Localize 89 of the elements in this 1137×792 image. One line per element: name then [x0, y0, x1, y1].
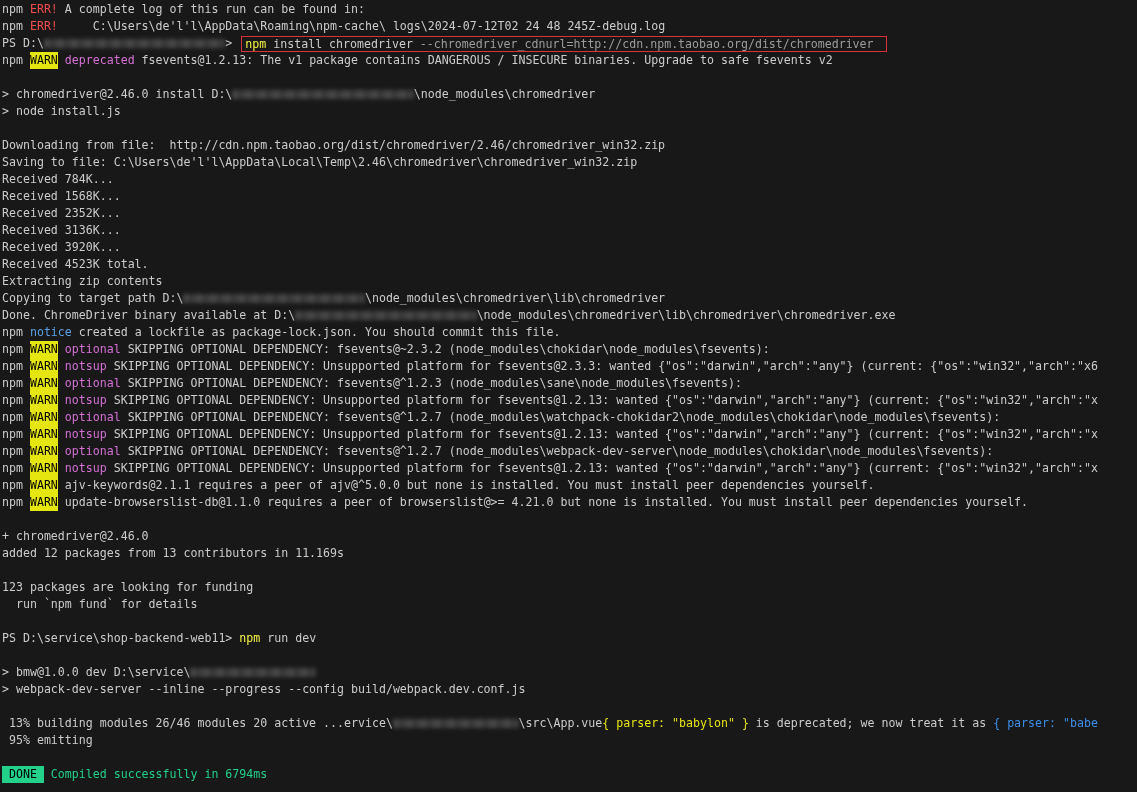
terminal-text: npm	[2, 52, 24, 69]
warning-tag: notsup	[57, 426, 107, 443]
warn-label: WARN	[29, 477, 58, 494]
terminal-text: 95% emitting	[7, 732, 93, 749]
warn-label: WARN	[29, 426, 58, 443]
command-argument: --chromedriver_cdnurl=http://cdn.npm.taobao.org/dist/chromedriver	[419, 36, 874, 51]
terminal-text: SKIPPING OPTIONAL DEPENDENCY: Unsupported platform for fsevents@1.2.13: wanted {"os":"darwin","arch":"any"} (current: {"os":"win32","arch":"x	[112, 392, 1098, 409]
terminal-text: > chromedriver@2.46.0 install D:\	[2, 86, 233, 103]
command-name: npm	[245, 36, 267, 51]
terminal-text: fsevents@1.2.13: The v1 package contains DANGEROUS / INSECURE binaries. Upgrade to safe fsevents v2	[140, 52, 833, 69]
terminal-text: > node install.js	[2, 103, 121, 120]
warn-label: WARN	[29, 460, 58, 477]
terminal-text: PS D:\	[2, 35, 44, 52]
warn-label: WARN	[29, 494, 58, 511]
terminal-text: ajv-keywords@2.1.1 requires a peer of ajv@^5.0.0 but none is installed. You must install peer dependencies yourself.	[63, 477, 875, 494]
terminal-text: Received 3920K...	[2, 239, 121, 256]
warn-label: WARN	[29, 375, 58, 392]
terminal-text: SKIPPING OPTIONAL DEPENDENCY: Unsupported platform for fsevents@1.2.13: wanted {"os":"darwin","arch":"any"} (current: {"os":"win32","arch":"x	[112, 460, 1098, 477]
terminal-text: npm	[2, 341, 24, 358]
terminal-text: npm	[2, 443, 24, 460]
terminal-text: Received 2352K...	[2, 205, 121, 222]
terminal-text: SKIPPING OPTIONAL DEPENDENCY: fsevents@^1.2.3 (node_modules\sane\node_modules\fsevents):	[126, 375, 742, 392]
terminal-text: Downloading from file: http://cdn.npm.taobao.org/dist/chromedriver/2.46/chromedriver_win32.zip	[2, 137, 666, 154]
warn-label: WARN	[29, 358, 58, 375]
terminal-text: npm	[2, 460, 24, 477]
terminal-text: SKIPPING OPTIONAL DEPENDENCY: fsevents@~2.3.2 (node_modules\chokidar\node_modules\fsevents):	[126, 341, 770, 358]
terminal-text: + chromedriver@2.46.0	[2, 528, 149, 545]
terminal-text: SKIPPING OPTIONAL DEPENDENCY: fsevents@^1.2.7 (node_modules\watchpack-chokidar2\node_modules\chokidar\node_modules\fsevents):	[126, 409, 1001, 426]
warning-tag: notsup	[57, 460, 107, 477]
warning-tag: optional	[57, 375, 121, 392]
terminal-text: \node_modules\chromedriver	[413, 86, 596, 103]
terminal-text: > webpack-dev-server --inline --progress --config build/webpack.dev.conf.js	[2, 681, 526, 698]
terminal-text: added 12 packages from 13 contributors in 11.169s	[2, 545, 345, 562]
option-text: { parser: "babylon" }	[602, 715, 749, 732]
terminal-text: \src\App.vue	[518, 715, 603, 732]
terminal-text: npm	[2, 358, 24, 375]
terminal-text: PS D:\service\shop-backend-web11>	[2, 630, 233, 647]
terminal-text: created a lockfile as package-lock.json. You should commit this file.	[77, 324, 561, 341]
warning-tag: notsup	[57, 358, 107, 375]
warning-tag: optional	[57, 341, 121, 358]
terminal-text: Saving to file: C:\Users\de'l'l\AppData\Local\Temp\2.46\chromedriver\chromedriver_win32.zip	[2, 154, 638, 171]
terminal-text: run dev	[266, 630, 317, 647]
warning-tag: optional	[57, 409, 121, 426]
notice-label: notice	[29, 324, 72, 341]
warn-label: WARN	[29, 52, 58, 69]
warn-label: WARN	[29, 409, 58, 426]
terminal-text: C:\Users\de'l'l\AppData\Roaming\npm-cache\ logs\2024-07-12T02 24 48 245Z-debug.log	[91, 18, 666, 35]
terminal-text: run `npm fund` for details	[14, 596, 198, 613]
error-label: ERR!	[29, 1, 58, 18]
terminal-text: npm	[2, 409, 24, 426]
terminal-text: update-browserslist-db@1.1.0 requires a peer of browserslist@>= 4.21.0 but none is installed. You must install peer dependencies yourself.	[63, 494, 1029, 511]
terminal-text: A complete log of this run can be found in:	[63, 1, 365, 18]
terminal-text: npm	[2, 426, 24, 443]
option-text: { parser: "babe	[992, 715, 1098, 732]
terminal-text: 13% building modules 26/46 modules 20 active ...ervice\	[7, 715, 393, 732]
terminal-text: npm	[2, 494, 24, 511]
warn-label: WARN	[29, 392, 58, 409]
terminal-text: npm	[2, 375, 24, 392]
terminal-text: \node_modules\chromedriver\lib\chromedriver	[364, 290, 666, 307]
warning-tag: deprecated	[57, 52, 135, 69]
terminal-text: is deprecated; we now treat it as	[754, 715, 987, 732]
success-message: Compiled successfully in 6794ms	[49, 766, 268, 783]
terminal-text: SKIPPING OPTIONAL DEPENDENCY: fsevents@^1.2.7 (node_modules\webpack-dev-server\node_modules\chokidar\node_modules\fsevents):	[126, 443, 994, 460]
warning-tag: optional	[57, 443, 121, 460]
warn-label: WARN	[29, 341, 58, 358]
terminal-text: npm	[2, 392, 24, 409]
terminal-text: Copying to target path D:\	[2, 290, 184, 307]
warn-label: WARN	[29, 443, 58, 460]
terminal-text: > bmw@1.0.0 dev D:\service\	[2, 664, 191, 681]
terminal-text: install chromedriver	[272, 36, 414, 51]
terminal-text: npm	[2, 1, 24, 18]
terminal-text: Done. ChromeDriver binary available at D:\	[2, 307, 296, 324]
warning-tag: notsup	[57, 392, 107, 409]
terminal-text: npm	[2, 477, 24, 494]
terminal-text: Extracting zip contents	[2, 273, 163, 290]
terminal-text: npm	[2, 18, 24, 35]
error-label: ERR!	[29, 18, 58, 35]
terminal-text: SKIPPING OPTIONAL DEPENDENCY: Unsupported platform for fsevents@2.3.3: wanted {"os":"darwin","arch":"any"} (current: {"os":"win32","arch":"x6	[112, 358, 1098, 375]
terminal-text: 123 packages are looking for funding	[2, 579, 254, 596]
terminal-text: Received 4523K total.	[2, 256, 149, 273]
terminal-text: Received 1568K...	[2, 188, 121, 205]
terminal-text: Received 3136K...	[2, 222, 121, 239]
terminal-text: SKIPPING OPTIONAL DEPENDENCY: Unsupported platform for fsevents@1.2.13: wanted {"os":"darwin","arch":"any"} (current: {"os":"win32","arch":"x	[112, 426, 1098, 443]
terminal-text: >	[225, 35, 233, 52]
done-badge: DONE	[2, 766, 44, 783]
terminal-text: \node_modules\chromedriver\lib\chromedriver\chromedriver.exe	[476, 307, 896, 324]
terminal-text: npm	[2, 324, 24, 341]
terminal-text: Received 784K...	[2, 171, 114, 188]
command-name: npm	[238, 630, 261, 647]
